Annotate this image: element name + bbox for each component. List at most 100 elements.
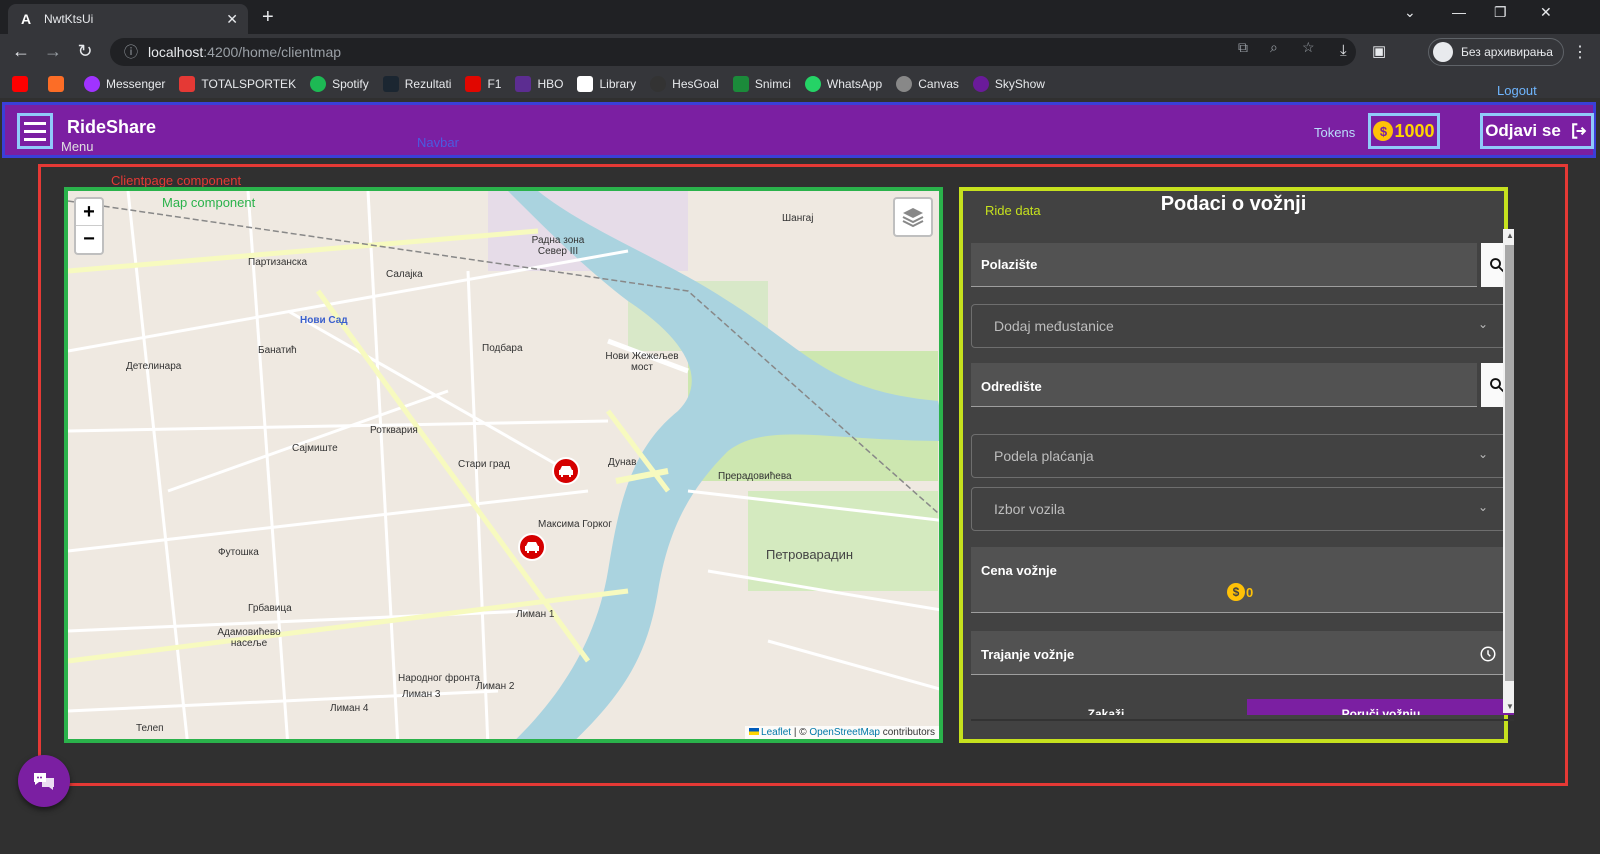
bookmark-label: Messenger (106, 77, 166, 91)
departure-field[interactable]: Polazište (971, 243, 1477, 287)
menu-button[interactable] (17, 113, 53, 149)
taxi-marker[interactable] (552, 457, 580, 485)
bookmark-spotify[interactable]: Spotify (310, 76, 369, 92)
translate-icon[interactable]: ⧉ (1238, 39, 1248, 56)
clientpage-component: Clientpage component Map component + − П… (38, 164, 1568, 786)
url-host: localhost (148, 44, 204, 60)
car-icon (525, 542, 539, 553)
download-icon[interactable]: ⤓ (1340, 42, 1347, 59)
bookmark-label: Snimci (754, 77, 791, 91)
bookmark-label: Spotify (332, 77, 369, 91)
profile-chip[interactable]: Без архивирања (1428, 38, 1564, 66)
form-scrollbar[interactable]: ▲ ▼ (1503, 229, 1514, 713)
map-label: Футошка (218, 547, 259, 558)
scrollbar-thumb[interactable] (1505, 245, 1514, 681)
forward-icon[interactable]: → (42, 41, 64, 62)
bookmark-canvas[interactable]: Canvas (896, 76, 959, 92)
browser-menu-icon[interactable]: ⋮ (1572, 42, 1588, 62)
gitlab-icon (48, 76, 64, 92)
side-panel-icon[interactable]: ▣ (1372, 42, 1386, 60)
chevron-down-icon: ⌄ (1477, 500, 1488, 514)
duration-field: Trajanje vožnje (971, 631, 1509, 675)
tokens-value: 1000 (1394, 120, 1435, 141)
incognito-avatar-icon (1433, 42, 1453, 62)
url-path: :4200/home/clientmap (203, 44, 342, 60)
bookmark-library[interactable]: Library (577, 76, 636, 92)
address-bar[interactable]: ⓘ localhost:4200/home/clientmap (110, 38, 1356, 66)
taxi-marker[interactable] (518, 533, 546, 561)
scroll-up-icon[interactable]: ▲ (1505, 231, 1514, 240)
bookmark-skyshow[interactable]: SkyShow (972, 76, 1045, 92)
spotify-icon (310, 76, 327, 92)
map-label: Дунав (608, 457, 637, 468)
destination-label: Odredište (981, 379, 1042, 394)
destination-field[interactable]: Odredište (971, 363, 1477, 407)
schedule-button[interactable]: Zakaži (971, 699, 1241, 715)
zoom-in-button[interactable]: + (76, 199, 102, 226)
tab-title: NwtKtsUi (44, 12, 94, 26)
order-ride-button[interactable]: Poruči vožnju (1247, 699, 1514, 715)
bookmark-label: Canvas (918, 77, 959, 91)
bookmark-whatsapp[interactable]: WhatsApp (804, 76, 882, 92)
leaflet-link[interactable]: Leaflet (761, 727, 791, 738)
logout-icon (1571, 123, 1587, 139)
minimize-icon[interactable]: — (1452, 4, 1466, 20)
new-tab-icon[interactable]: + (262, 6, 274, 29)
close-tab-icon[interactable]: ✕ (226, 11, 238, 28)
ride-data-panel: Ride data Podaci o vožnji Polazište Doda… (959, 187, 1514, 743)
map-label: Стари град (458, 459, 510, 470)
bookmark-gitlab[interactable] (48, 76, 70, 92)
payment-split-select[interactable]: Podela plaćanja ⌄ (971, 434, 1509, 478)
app-root: Logout Menu RideShare Navbar Tokens $ 10… (0, 83, 1600, 854)
bookmark-label: HBO (537, 77, 564, 91)
zoom-icon[interactable]: ⌕ (1270, 39, 1278, 56)
bookmark-label: Rezultati (404, 77, 452, 91)
osm-link[interactable]: OpenStreetMap (809, 727, 880, 738)
totalsportek-icon (179, 76, 196, 92)
close-window-icon[interactable]: ✕ (1540, 4, 1552, 21)
site-info-icon[interactable]: ⓘ (124, 42, 138, 62)
navbar: Menu RideShare Navbar Tokens $ 1000 Odja… (2, 102, 1596, 158)
map-annotation: Map component (162, 195, 256, 210)
brand-title[interactable]: RideShare (67, 117, 156, 138)
map-label: Народног фронта (398, 673, 480, 684)
chevron-down-icon: ⌄ (1477, 317, 1488, 331)
chat-button[interactable] (18, 755, 70, 807)
departure-label: Polazište (981, 257, 1038, 272)
vehicle-select[interactable]: Izbor vozila ⌄ (971, 487, 1509, 531)
waypoints-placeholder: Dodaj međustanice (994, 318, 1114, 334)
layers-button[interactable] (893, 197, 933, 237)
scroll-down-icon[interactable]: ▼ (1505, 702, 1514, 711)
ride-footer-divider (971, 719, 1514, 721)
ride-title: Podaci o vožnji (1160, 193, 1307, 215)
rezultati-icon (382, 76, 399, 92)
bookmark-star-icon[interactable]: ☆ (1302, 39, 1315, 56)
bookmark-f1[interactable]: F1 (465, 76, 501, 92)
library-icon (577, 76, 594, 92)
waypoints-select[interactable]: Dodaj međustanice ⌄ (971, 304, 1509, 348)
attribution-rest: contributors (879, 727, 935, 738)
zoom-out-button[interactable]: − (76, 226, 102, 253)
map-label: Прерадовићева (718, 471, 792, 482)
map-label: Салајка (386, 269, 423, 280)
bookmark-rezultati[interactable]: Rezultati (382, 76, 452, 92)
bookmark-hbo[interactable]: HBO (515, 76, 563, 92)
tab-search-icon[interactable]: ⌄ (1404, 4, 1416, 21)
angular-icon: A (20, 11, 32, 27)
bookmark-label: TOTALSPORTEK (201, 77, 297, 91)
bookmark-hesgoal[interactable]: HesGoal (650, 76, 719, 92)
bookmark-snimci[interactable]: Snimci (732, 76, 791, 92)
map-label: Партизанска (248, 257, 308, 268)
browser-toolbar: ← → ↻ ⓘ localhost:4200/home/clientmap ⧉ … (0, 34, 1600, 70)
map-component[interactable]: Map component + − Партизанска Салајка Но… (64, 187, 943, 743)
bookmark-youtube[interactable] (12, 76, 34, 92)
browser-tab[interactable]: A NwtKtsUi ✕ (8, 4, 248, 34)
bookmark-messenger[interactable]: Messenger (84, 76, 165, 92)
reload-icon[interactable]: ↻ (74, 41, 96, 62)
bookmarks-bar: Messenger TOTALSPORTEK Spotify Rezultati… (0, 70, 1600, 98)
logout-button[interactable]: Odjavi se (1480, 113, 1594, 149)
bookmark-totalsportek[interactable]: TOTALSPORTEK (179, 76, 296, 92)
back-icon[interactable]: ← (10, 41, 32, 62)
tokens-balance[interactable]: $ 1000 (1368, 113, 1440, 149)
restore-icon[interactable]: ❐ (1494, 4, 1507, 21)
